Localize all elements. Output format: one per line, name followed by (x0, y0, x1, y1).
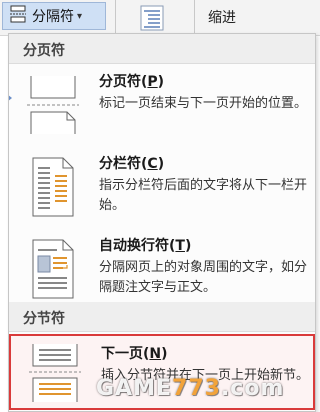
section-breaks-section-header: 分节符 (9, 302, 315, 332)
menu-item-column-break[interactable]: 分栏符(C) 指示分栏符后面的文字将从下一栏开始。 (9, 146, 315, 226)
menu-item-description: 指示分栏符后面的文字将从下一栏开始。 (99, 178, 308, 213)
column-break-icon (27, 156, 79, 218)
chevron-down-icon: ▾ (77, 10, 83, 22)
page-breaks-section-header: 分页符 (9, 34, 315, 64)
indent-label: 缩进 (208, 10, 236, 26)
menu-item-text-wrapping-break[interactable]: 自动换行符(T) 分隔网页上的对象周围的文字，如分隔题注文字与正文。 (9, 228, 315, 308)
menu-item-title: 分页符(P) (99, 74, 165, 90)
next-page-section-break-icon (29, 342, 81, 404)
breaks-button-label: 分隔符 (32, 9, 74, 25)
menu-item-title: 下一页(N) (101, 346, 168, 362)
text-wrapping-break-icon (27, 238, 79, 300)
breaks-button[interactable]: 分隔符 ▾ (2, 2, 106, 30)
menu-item-title: 自动换行符(T) (99, 238, 192, 254)
page-break-icon (27, 74, 79, 136)
breaks-dropdown-menu: 分页符 分页符(P) 标记一页结束与下一页开始的位置。 分栏符(C) 指示分栏符… (8, 33, 316, 412)
menu-item-description: 标记一页结束与下一页开始的位置。 (99, 96, 308, 111)
ribbon-divider (194, 0, 195, 36)
menu-item-page-break[interactable]: 分页符(P) 标记一页结束与下一页开始的位置。 (9, 64, 315, 144)
indent-icon[interactable] (138, 4, 166, 32)
ribbon-strip: 分隔符 ▾ 缩进 (0, 0, 320, 36)
hover-marker-icon (9, 94, 12, 102)
site-watermark: GAME773.com (96, 376, 285, 401)
ribbon-divider (115, 0, 116, 36)
menu-item-title: 分栏符(C) (99, 156, 165, 172)
page-break-icon (9, 5, 27, 27)
menu-item-description: 分隔网页上的对象周围的文字，如分隔题注文字与正文。 (99, 260, 308, 295)
